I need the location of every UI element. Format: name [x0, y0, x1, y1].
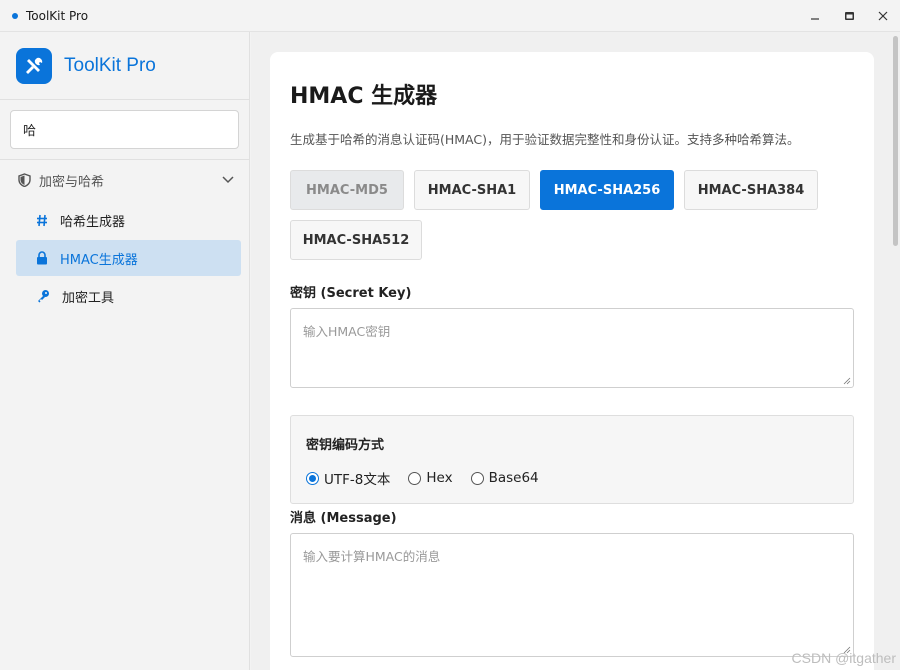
search-wrap: 哈 [0, 100, 249, 160]
sidebar-item-label: HMAC生成器 [60, 252, 138, 268]
key-icon [38, 290, 49, 303]
encoding-base64-label[interactable]: Base64 [489, 470, 539, 486]
maximize-button[interactable] [832, 0, 866, 32]
algo-hmac-sha512-button[interactable]: HMAC-SHA512 [290, 220, 422, 260]
sidebar-item-hmac-generator[interactable]: HMAC生成器 [16, 240, 241, 276]
algo-hmac-sha1-button[interactable]: HMAC-SHA1 [414, 170, 530, 210]
minimize-icon [811, 18, 819, 20]
algo-hmac-sha256-button[interactable]: HMAC-SHA256 [540, 170, 674, 210]
search-input[interactable]: 哈 [10, 110, 239, 149]
main-scrollbar[interactable] [890, 32, 900, 670]
key-encoding-title: 密钥编码方式 [306, 438, 385, 453]
message-placeholder: 输入要计算HMAC的消息 [303, 549, 441, 564]
brand: ToolKit Pro [0, 32, 249, 100]
scrollbar-thumb[interactable] [893, 36, 898, 246]
main-content: HMAC 生成器 生成基于哈希的消息认证码(HMAC)，用于验证数据完整性和身份… [251, 32, 900, 670]
shield-icon [18, 173, 31, 187]
hash-icon [37, 214, 47, 226]
tools-icon [16, 47, 52, 84]
minimize-button[interactable] [798, 0, 832, 32]
encoding-utf8-radio[interactable] [306, 471, 319, 485]
sidebar-item-label: 加密工具 [62, 290, 115, 306]
encoding-utf8-label[interactable]: UTF-8文本 [324, 468, 390, 488]
close-button[interactable] [866, 0, 900, 32]
nav-group-crypto[interactable]: 加密与哈希 [0, 160, 249, 200]
resize-grip-icon[interactable] [843, 377, 851, 385]
encoding-base64-radio[interactable] [470, 471, 484, 485]
page-description: 生成基于哈希的消息认证码(HMAC)，用于验证数据完整性和身份认证。支持多种哈希… [290, 132, 800, 147]
tool-card: HMAC 生成器 生成基于哈希的消息认证码(HMAC)，用于验证数据完整性和身份… [270, 52, 874, 670]
sidebar-item-encryption-tool[interactable]: 加密工具 [16, 278, 241, 314]
app-icon [12, 12, 18, 19]
brand-name: ToolKit Pro [64, 54, 156, 76]
secret-key-label: 密钥 (Secret Key) [290, 286, 412, 301]
encoding-hex-label[interactable]: Hex [426, 470, 452, 486]
chevron-down-icon [222, 176, 234, 184]
key-encoding-options: UTF-8文本 Hex Base64 [306, 468, 557, 488]
encoding-hex-radio[interactable] [408, 471, 422, 485]
key-encoding-panel: 密钥编码方式 UTF-8文本 Hex Base64 [290, 415, 854, 504]
secret-key-input[interactable]: 输入HMAC密钥 [290, 308, 854, 388]
lock-icon [37, 251, 47, 265]
title-bar: ToolKit Pro [0, 0, 900, 32]
page-title: HMAC 生成器 [290, 84, 438, 109]
message-label: 消息 (Message) [290, 511, 397, 526]
window-controls [798, 0, 900, 32]
sidebar-item-hash-generator[interactable]: 哈希生成器 [16, 202, 241, 238]
algo-hmac-md5-button[interactable]: HMAC-MD5 [290, 170, 404, 210]
algo-hmac-sha384-button[interactable]: HMAC-SHA384 [684, 170, 818, 210]
nav-group-label: 加密与哈希 [39, 174, 105, 190]
secret-key-placeholder: 输入HMAC密钥 [303, 324, 391, 339]
window-title: ToolKit Pro [26, 8, 89, 23]
watermark: CSDN @itgather [791, 650, 896, 666]
close-icon [878, 11, 888, 21]
message-input[interactable]: 输入要计算HMAC的消息 [290, 533, 854, 657]
maximize-icon [844, 12, 854, 20]
sidebar: ToolKit Pro 哈 加密与哈希 哈希生成器 HMAC生成器 加密工具 [0, 32, 250, 670]
sidebar-item-label: 哈希生成器 [60, 214, 126, 230]
